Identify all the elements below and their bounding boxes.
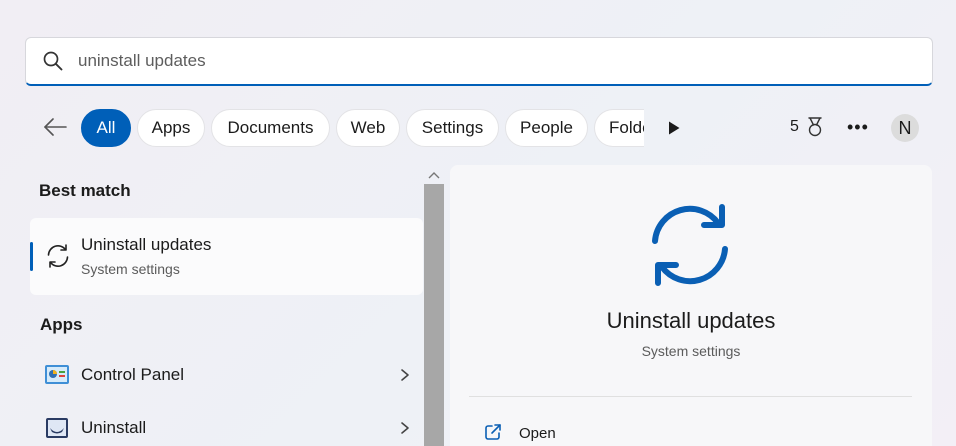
app-name: Uninstall — [81, 418, 147, 437]
app-name: Control Panel — [81, 365, 185, 384]
search-box[interactable] — [25, 37, 933, 86]
chevron-up-icon — [428, 171, 440, 178]
play-icon[interactable] — [666, 120, 682, 136]
sync-icon — [652, 204, 728, 286]
selection-indicator — [30, 242, 33, 271]
preview-pane: Uninstall updates System settings Open — [450, 165, 932, 446]
chevron-right-icon[interactable] — [400, 368, 410, 382]
avatar[interactable]: N — [891, 114, 919, 142]
more-options-button[interactable]: ••• — [847, 117, 869, 138]
open-external-icon[interactable] — [484, 423, 502, 441]
app-result-uninstall[interactable]: Uninstall — [30, 404, 423, 446]
open-action[interactable]: Open — [519, 425, 556, 442]
apps-heading: Apps — [40, 315, 83, 334]
filter-settings[interactable]: Settings — [406, 109, 499, 147]
rewards-count[interactable]: 5 — [790, 118, 799, 136]
arrow-left-icon[interactable] — [40, 115, 70, 139]
divider — [469, 396, 912, 397]
filter-folders[interactable]: Folde — [594, 109, 644, 147]
filter-bar: All Apps Documents Web Settings People F… — [0, 107, 956, 149]
preview-subtitle: System settings — [641, 343, 741, 359]
preview-title: Uninstall updates — [606, 308, 776, 333]
scroll-up-arrow[interactable] — [424, 165, 444, 184]
best-match-heading: Best match — [39, 181, 131, 200]
app-result-control-panel[interactable]: Control Panel — [30, 351, 423, 399]
scroll-thumb[interactable] — [424, 184, 444, 446]
sync-icon — [47, 244, 69, 268]
control-panel-icon — [45, 365, 69, 384]
filter-all[interactable]: All — [81, 109, 131, 147]
best-match-subtitle: System settings — [81, 261, 180, 277]
results-scrollbar[interactable] — [424, 165, 444, 446]
best-match-result[interactable]: Uninstall updates System settings — [30, 218, 423, 295]
uninstall-icon — [46, 418, 68, 438]
chevron-right-icon[interactable] — [400, 421, 410, 435]
filter-apps[interactable]: Apps — [137, 109, 205, 147]
best-match-name: Uninstall updates — [81, 235, 212, 254]
trophy-icon[interactable] — [805, 116, 825, 138]
search-input[interactable] — [78, 51, 898, 71]
filter-documents[interactable]: Documents — [211, 109, 330, 147]
filter-web[interactable]: Web — [336, 109, 400, 147]
search-icon — [43, 51, 63, 71]
filter-people[interactable]: People — [505, 109, 588, 147]
